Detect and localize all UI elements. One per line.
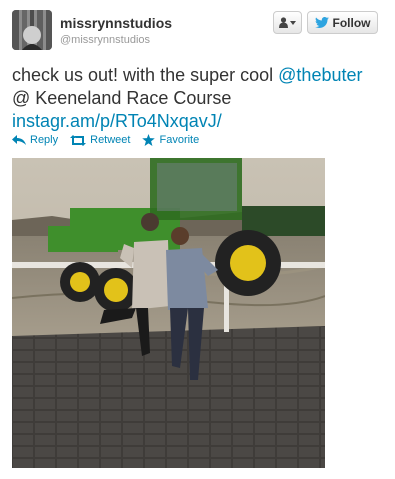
user-actions-button[interactable]: [273, 11, 302, 34]
follow-button[interactable]: Follow: [307, 11, 378, 34]
photo-image: [12, 158, 325, 468]
tweet-actions: Reply Retweet Favorite: [12, 134, 199, 146]
reply-arrow-icon: [12, 135, 26, 145]
instagram-photo[interactable]: [12, 158, 325, 468]
star-icon: [142, 134, 156, 146]
mention-link[interactable]: @thebuter: [278, 65, 362, 85]
retweet-action[interactable]: Retweet: [70, 134, 130, 146]
user-handle[interactable]: @missrynnstudios: [60, 34, 150, 46]
twitter-bird-icon: [314, 17, 329, 28]
favorite-label: Favorite: [159, 134, 200, 146]
retweet-label: Retweet: [90, 134, 131, 146]
retweet-icon: [70, 134, 87, 146]
tweet-text-part: check us out! with the super cool: [12, 65, 279, 85]
reply-label: Reply: [30, 134, 59, 146]
avatar[interactable]: [12, 10, 52, 50]
avatar-image: [12, 10, 52, 50]
tweet-text: check us out! with the super cool @thebu…: [12, 64, 384, 133]
favorite-action[interactable]: Favorite: [142, 134, 199, 146]
tweet-text-part: @ Keeneland Race Course: [12, 88, 232, 108]
reply-action[interactable]: Reply: [12, 134, 58, 146]
tweet-card: missrynnstudios @missrynnstudios Follow …: [0, 0, 395, 479]
chevron-down-icon: [290, 20, 296, 25]
follow-label: Follow: [332, 15, 371, 30]
instagram-link[interactable]: instagr.am/p/RTo4NxqavJ/: [12, 111, 222, 131]
user-dropdown-icon: [279, 17, 288, 28]
display-name[interactable]: missrynnstudios: [60, 15, 172, 31]
